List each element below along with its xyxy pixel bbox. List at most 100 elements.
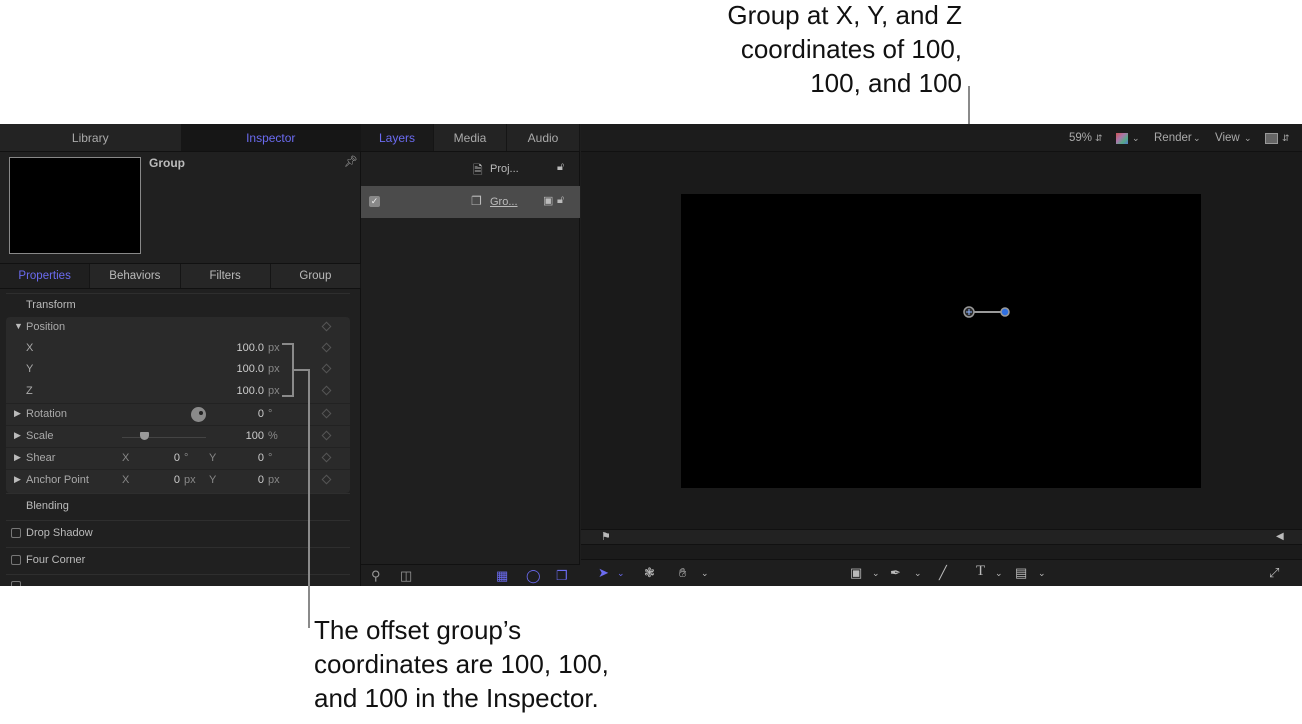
- render-menu[interactable]: Render: [1154, 132, 1192, 144]
- lock-open-icon[interactable]: 🔓︎: [557, 161, 564, 174]
- view-menu[interactable]: View: [1215, 132, 1240, 144]
- transform-handles[interactable]: [681, 194, 1201, 488]
- rotation-row[interactable]: ▶ Rotation 0 °: [6, 403, 350, 425]
- chevron-down-icon[interactable]: ⌄: [1244, 133, 1252, 144]
- chevron-down-icon[interactable]: ⌄: [1193, 133, 1201, 144]
- scale-label: Scale: [26, 430, 54, 442]
- section-blending[interactable]: Blending: [26, 500, 69, 512]
- color-channels-icon[interactable]: [1116, 133, 1128, 144]
- rotation-dial[interactable]: [191, 407, 206, 422]
- position-y-value[interactable]: 100.0: [236, 363, 264, 375]
- position-label: Position: [26, 321, 66, 333]
- layer-row-group[interactable]: ✓ ❐ Gro... ▣ 🔓︎: [361, 186, 580, 218]
- search-icon[interactable]: ⚲: [371, 568, 381, 584]
- position-x-value[interactable]: 100.0: [236, 342, 264, 354]
- chevron-down-icon[interactable]: ⌄: [914, 568, 922, 579]
- object-title: Group: [149, 156, 185, 170]
- scale-value[interactable]: 100: [246, 430, 264, 442]
- position-row[interactable]: ▼ Position: [6, 317, 350, 339]
- disclosure-triangle-closed-icon[interactable]: ▶: [14, 430, 21, 441]
- disclosure-triangle-open-icon[interactable]: ▼: [14, 321, 23, 331]
- rotation-handle-icon[interactable]: [1000, 307, 1010, 317]
- layer-enable-checkbox[interactable]: ✓: [369, 196, 380, 207]
- keyframe-diamond-icon[interactable]: [321, 474, 332, 485]
- 3d-transform-tool-icon[interactable]: ❃: [644, 565, 655, 581]
- chevron-down-icon[interactable]: ⌄: [872, 568, 880, 579]
- keyframe-diamond-icon[interactable]: [321, 385, 332, 396]
- shear-row[interactable]: ▶ Shear X 0 ° Y 0 °: [6, 447, 350, 469]
- pan-hand-tool-icon[interactable]: ✋︎: [679, 565, 686, 581]
- paint-stroke-tool-icon[interactable]: ╱: [939, 565, 947, 581]
- layer-name[interactable]: Gro...: [490, 196, 518, 208]
- mask-icon[interactable]: ◯: [526, 568, 541, 584]
- scale-slider-knob[interactable]: [140, 432, 149, 440]
- mini-timeline[interactable]: ⚑ ◀: [581, 529, 1302, 545]
- chevron-down-icon[interactable]: ⌄: [617, 568, 625, 579]
- layers-panel-icon[interactable]: ◫: [400, 568, 412, 584]
- crop-checkbox[interactable]: [11, 581, 21, 586]
- shear-x-label: X: [122, 452, 130, 464]
- anchor-x-value[interactable]: 0: [174, 474, 180, 486]
- rectangle-tool-icon[interactable]: ▣: [850, 565, 862, 581]
- anchor-y-value[interactable]: 0: [258, 474, 264, 486]
- section-transform[interactable]: Transform: [26, 299, 76, 311]
- position-z-value[interactable]: 100.0: [236, 385, 264, 397]
- play-range-end-marker-icon[interactable]: ◀: [1276, 531, 1284, 542]
- scale-slider-track[interactable]: [122, 437, 206, 438]
- tab-audio[interactable]: Audio: [507, 124, 580, 151]
- shear-x-value[interactable]: 0: [174, 452, 180, 464]
- tab-layers[interactable]: Layers: [361, 124, 434, 151]
- tab-inspector[interactable]: Inspector: [180, 124, 361, 151]
- window-layout-icon[interactable]: [1265, 133, 1278, 144]
- drop-shadow-row[interactable]: Drop Shadow: [11, 527, 93, 539]
- crop-row-partial[interactable]: [11, 581, 21, 586]
- shear-y-value[interactable]: 0: [258, 452, 264, 464]
- four-corner-row[interactable]: Four Corner: [11, 554, 85, 566]
- tab-properties[interactable]: Properties: [0, 264, 91, 288]
- chevron-down-icon[interactable]: ⌄: [701, 568, 709, 579]
- canvas-stage[interactable]: [681, 194, 1201, 488]
- text-tool-icon[interactable]: T: [976, 563, 985, 580]
- layer-row-project[interactable]: 🗎︎ Proj... 🔓︎: [361, 153, 580, 185]
- anchor-y-label: Y: [209, 474, 217, 486]
- rotation-value[interactable]: 0: [258, 408, 264, 420]
- scale-row[interactable]: ▶ Scale 100 %: [6, 425, 350, 447]
- chevron-down-icon[interactable]: ⌄: [1132, 133, 1140, 144]
- mask-tool-icon[interactable]: ▤: [1015, 565, 1027, 581]
- keyframe-diamond-icon[interactable]: [321, 321, 332, 332]
- pin-icon[interactable]: 📌︎: [344, 155, 358, 168]
- stepper-icon[interactable]: ⇵: [1282, 133, 1290, 144]
- isolate-icon[interactable]: ▣: [543, 194, 553, 207]
- keyframe-diamond-icon[interactable]: [321, 430, 332, 441]
- keyframe-diamond-icon[interactable]: [321, 342, 332, 353]
- lock-open-icon[interactable]: 🔓︎: [557, 194, 564, 207]
- zoom-level[interactable]: 59%: [1069, 132, 1092, 144]
- keyframe-diamond-icon[interactable]: [321, 363, 332, 374]
- tab-group[interactable]: Group: [270, 264, 361, 288]
- chevron-down-icon[interactable]: ⌄: [995, 568, 1003, 579]
- layers-stack-icon[interactable]: ❐: [556, 568, 568, 584]
- playhead-start-marker-icon[interactable]: ⚑: [601, 530, 611, 543]
- browser-tabs: Library Inspector: [0, 124, 361, 152]
- tab-media[interactable]: Media: [434, 124, 507, 151]
- checkerboard-icon[interactable]: ▦: [496, 568, 508, 584]
- tab-library[interactable]: Library: [0, 124, 181, 151]
- disclosure-triangle-closed-icon[interactable]: ▶: [14, 452, 21, 463]
- chevron-down-icon[interactable]: ⌄: [1038, 568, 1046, 579]
- stepper-icon[interactable]: ⇵: [1095, 133, 1103, 144]
- keyframe-diamond-icon[interactable]: [321, 408, 332, 419]
- tab-filters[interactable]: Filters: [180, 264, 271, 288]
- bezier-pen-tool-icon[interactable]: ✒: [890, 565, 901, 581]
- anchor-point-row[interactable]: ▶ Anchor Point X 0 px Y 0 px: [6, 469, 350, 491]
- disclosure-triangle-closed-icon[interactable]: ▶: [14, 408, 21, 419]
- select-transform-tool-icon[interactable]: ➤: [598, 565, 609, 581]
- four-corner-checkbox[interactable]: [11, 555, 21, 565]
- tab-behaviors[interactable]: Behaviors: [90, 264, 181, 288]
- keyframe-diamond-icon[interactable]: [321, 452, 332, 463]
- fullscreen-expand-icon[interactable]: ⤢: [1269, 565, 1279, 581]
- drop-shadow-checkbox[interactable]: [11, 528, 21, 538]
- disclosure-triangle-closed-icon[interactable]: ▶: [14, 474, 21, 485]
- layer-name[interactable]: Proj...: [490, 163, 519, 175]
- callout-bottom-leader: [308, 370, 310, 628]
- anchor-y-unit: px: [268, 474, 280, 486]
